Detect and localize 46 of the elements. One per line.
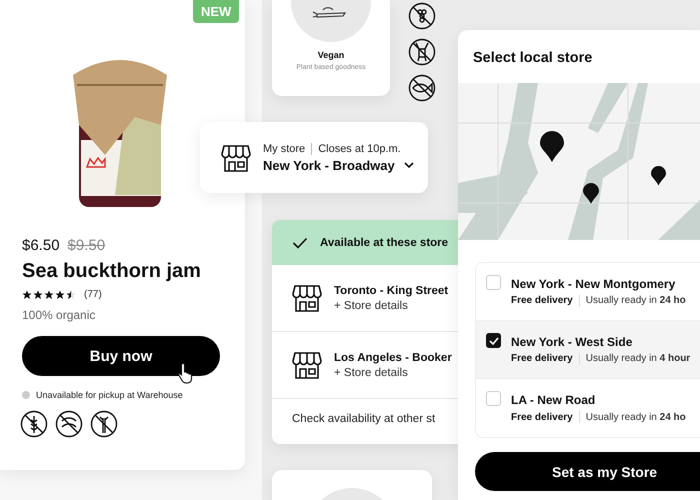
store-name: Toronto - King Street — [334, 284, 448, 296]
checkmark-icon — [292, 236, 308, 248]
price: $6.50 — [22, 237, 60, 254]
crossed-wheat-icon — [20, 410, 48, 438]
my-store-label: My store — [263, 142, 306, 154]
store-option[interactable]: LA - New Road Free delivery Usually ready in 24 ho — [476, 379, 700, 437]
store-name: New York - West Side — [511, 334, 634, 348]
store-dropdown[interactable]: New York - Broadway — [263, 158, 415, 172]
checkbox[interactable] — [486, 333, 501, 348]
store-details-link[interactable]: + Store details — [334, 366, 452, 378]
product-subtitle: 100% organic — [22, 308, 96, 322]
crossed-grapes-icon — [406, 0, 438, 32]
new-badge: NEW — [193, 0, 240, 23]
chevron-down-icon — [402, 161, 415, 169]
storefront-icon — [292, 283, 322, 313]
panel-title: Select local store — [472, 49, 594, 68]
store-name: LA - New Road — [511, 393, 596, 407]
map-pin-icon — [651, 166, 666, 186]
storefront-icon — [221, 142, 251, 172]
category-title: Vegan — [318, 50, 344, 60]
store-option[interactable]: New York - West Side Free delivery Usually ready in 4 hour — [476, 321, 700, 379]
delivery-info: Free delivery — [511, 295, 573, 306]
status-dot — [22, 391, 30, 399]
check-availability-link[interactable]: Check availability at other st — [272, 399, 458, 425]
closing-time: Closes at 10p.m. — [318, 142, 401, 154]
store-name: Los Angeles - Booker — [334, 352, 452, 364]
store-details-link[interactable]: + Store details — [334, 300, 448, 312]
map-pin-icon — [583, 183, 599, 204]
hand-cursor-icon — [177, 362, 195, 384]
rating-count: (77) — [84, 289, 102, 300]
checkmark-icon — [488, 336, 498, 344]
product-title: Sea buckthorn jam — [22, 260, 202, 283]
old-price: $9.50 — [68, 237, 106, 254]
delivery-info: Free delivery — [511, 353, 573, 364]
delivery-info: Free delivery — [511, 412, 573, 422]
map-pin-icon — [540, 131, 564, 162]
ready-time: Usually ready in 24 ho — [586, 412, 686, 422]
ready-time: Usually ready in 4 hour — [586, 353, 690, 364]
availability-title: Available at these store — [320, 236, 448, 248]
buy-now-button[interactable]: Buy now — [22, 336, 220, 376]
set-store-button[interactable]: Set as my Store — [475, 452, 700, 491]
store-name: New York - New Montgomery — [511, 276, 676, 290]
pickup-status: Unavailable for pickup at Warehouse — [36, 390, 183, 400]
crossed-fish-icon — [406, 72, 438, 104]
storefront-icon — [292, 350, 322, 380]
ready-time: Usually ready in 24 ho — [586, 295, 686, 306]
